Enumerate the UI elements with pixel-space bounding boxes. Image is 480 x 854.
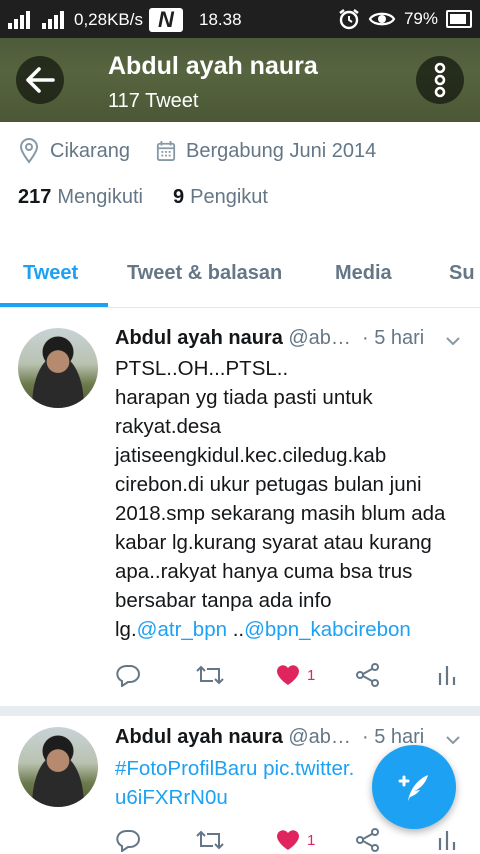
like-button[interactable]: 1 [275, 663, 315, 687]
heart-icon [277, 665, 299, 685]
battery-percent: 79% [403, 9, 438, 28]
tweet-author-handle: @ab… [288, 327, 351, 349]
back-button[interactable] [16, 56, 64, 104]
tweet-text-line: PTSL..OH...PTSL.. [115, 357, 289, 380]
more-vertical-icon [434, 62, 446, 98]
calendar-icon [156, 141, 176, 161]
signal-icon [6, 11, 34, 29]
tab-media[interactable]: Media [335, 240, 392, 285]
clock: 18.38 [199, 10, 242, 29]
tweet-actions: 1 [115, 828, 465, 854]
analytics-button[interactable] [437, 663, 457, 687]
network-speed: 0,28KB/s [74, 10, 143, 29]
tweet-author-name: Abdul ayah naura [115, 726, 283, 748]
battery-icon [446, 10, 472, 28]
netflix-icon: N [149, 8, 183, 32]
tweet-author-handle: @ab… [288, 726, 351, 748]
tweet-text-line: 2018.smp sekarang masih blum ada [115, 502, 446, 525]
tweet-text-fragment: .. [227, 618, 245, 641]
alarm-icon [339, 9, 359, 30]
tweet-count: 117 Tweet [108, 90, 199, 112]
chevron-down-icon[interactable] [444, 731, 462, 749]
tweet-text: PTSL..OH...PTSL.. harapan yg tiada pasti… [115, 354, 465, 644]
analytics-icon [438, 831, 456, 850]
tweet-card[interactable]: Abdul ayah naura @ab… · 5 hari PTSL..OH.… [0, 308, 480, 706]
media-link[interactable]: u6iFXRrN0u [115, 786, 228, 809]
compose-feather-icon [398, 775, 428, 801]
tweet-text-line: harapan yg tiada pasti untuk [115, 386, 373, 409]
share-button[interactable] [355, 663, 381, 687]
back-arrow-icon [26, 67, 55, 93]
share-icon [356, 663, 379, 687]
retweet-button[interactable] [195, 828, 225, 852]
tweet-text-line: apa..rakyat hanya cuma bsa trus [115, 560, 413, 583]
following-label: Mengikuti [57, 186, 143, 208]
profile-meta: Cikarang Bergabung Juni 2014 [18, 138, 376, 164]
tweet-text-line: lg. [115, 618, 137, 641]
like-count: 1 [307, 666, 316, 684]
tweet-text-line: kabar lg.kurang syarat atau kurang [115, 531, 432, 554]
reply-icon [116, 664, 140, 687]
tab-tweet[interactable]: Tweet [23, 240, 78, 285]
mention-link[interactable]: @atr_bpn [137, 618, 227, 641]
location-text: Cikarang [50, 139, 131, 162]
profile-name: Abdul ayah naura [108, 52, 318, 80]
avatar[interactable] [18, 727, 98, 807]
retweet-button[interactable] [195, 663, 225, 687]
avatar[interactable] [18, 328, 98, 408]
tab-likes[interactable]: Su [449, 240, 475, 285]
like-count: 1 [307, 831, 316, 849]
active-tab-indicator [0, 303, 108, 307]
tweet-text-line: rakyat.desa [115, 415, 221, 438]
share-button[interactable] [355, 828, 381, 852]
analytics-button[interactable] [437, 828, 457, 852]
compose-tweet-button[interactable] [372, 745, 456, 829]
analytics-icon [438, 666, 456, 685]
eye-icon [368, 12, 396, 26]
follow-stats: 217 Mengikuti 9 Pengikut [18, 186, 268, 209]
tweet-time: · 5 hari [362, 327, 425, 349]
tweet-text-line: jatiseengkidul.kec.ciledug.kab [115, 444, 387, 467]
signal-icon [40, 11, 68, 29]
followers-label: Pengikut [190, 186, 268, 208]
mention-link[interactable]: @bpn_kabcirebon [244, 618, 411, 641]
retweet-icon [196, 665, 224, 685]
hashtag-link[interactable]: #FotoProfilBaru [115, 757, 257, 780]
status-bar: 0,28KB/s N 18.38 79% [0, 0, 480, 38]
tab-tweet-and-replies[interactable]: Tweet & balasan [127, 240, 282, 285]
followers-stat[interactable]: 9 Pengikut [173, 186, 268, 209]
profile-header: Abdul ayah naura 117 Tweet [0, 38, 480, 122]
more-options-button[interactable] [416, 56, 464, 104]
location-pin-icon [19, 138, 39, 164]
tweet-text-line: cirebon.di ukur petugas bulan juni [115, 473, 422, 496]
tweet-author-name: Abdul ayah naura [115, 327, 283, 349]
profile-tabs: Tweet Tweet & balasan Media Su [0, 240, 480, 308]
tweet-text-line: bersabar tanpa ada info [115, 589, 332, 612]
reply-button[interactable] [115, 663, 141, 687]
joined-text: Bergabung Juni 2014 [186, 139, 377, 162]
tweet-actions: 1 [115, 663, 465, 693]
tweet-divider [0, 706, 480, 716]
following-stat[interactable]: 217 Mengikuti [18, 186, 143, 209]
heart-icon [277, 830, 299, 850]
reply-button[interactable] [115, 828, 141, 852]
media-link[interactable]: pic.twitter. [257, 757, 354, 780]
following-count: 217 [18, 186, 52, 208]
share-icon [356, 828, 379, 852]
followers-count: 9 [172, 186, 185, 208]
like-button[interactable]: 1 [275, 828, 315, 852]
chevron-down-icon[interactable] [444, 332, 462, 350]
retweet-icon [196, 830, 224, 850]
reply-icon [116, 829, 140, 852]
